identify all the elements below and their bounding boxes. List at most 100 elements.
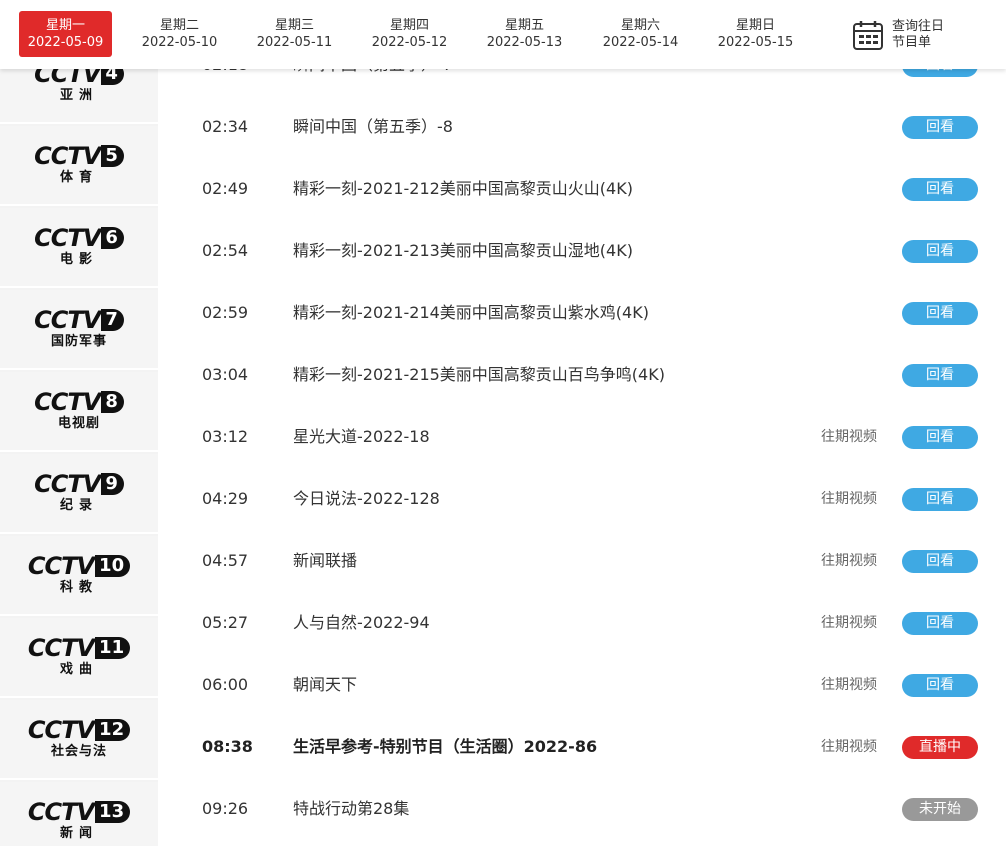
day-tab-2022-05-09[interactable]: 星期一 2022-05-09 bbox=[19, 11, 112, 57]
program-title[interactable]: 精彩一刻-2021-214美丽中国高黎贡山紫水鸡(4K) bbox=[293, 282, 649, 344]
channel-item-cctv4[interactable]: CCTV 4 亚洲 bbox=[0, 69, 158, 124]
program-title[interactable]: 瞬间中国（第五季）-8 bbox=[293, 96, 453, 158]
program-title[interactable]: 精彩一刻-2021-215美丽中国高黎贡山百鸟争鸣(4K) bbox=[293, 344, 665, 406]
channel-item-cctv10[interactable]: CCTV 10 科教 bbox=[0, 536, 158, 616]
day-tab-2022-05-15[interactable]: 星期日 2022-05-15 bbox=[709, 11, 802, 57]
day-tab-2022-05-14[interactable]: 星期六 2022-05-14 bbox=[594, 11, 687, 57]
channel-number: 9 bbox=[101, 473, 124, 495]
channel-name: 亚洲 bbox=[59, 88, 98, 103]
program-title[interactable]: 特战行动第28集 bbox=[293, 778, 409, 840]
channel-name: 戏曲 bbox=[59, 662, 98, 677]
replay-button[interactable]: 回看 bbox=[902, 364, 978, 387]
day-tab-weekday: 星期三 bbox=[274, 18, 314, 33]
day-tab-bar: 查询往日 节目单 星期一 2022-05-09 星期二 2022-05-10 星期三 20… bbox=[0, 0, 1006, 69]
channel-item-cctv13[interactable]: CCTV 13 新闻 bbox=[0, 782, 158, 846]
channel-item-cctv9[interactable]: CCTV 9 纪录 bbox=[0, 454, 158, 534]
cctv-brand-text: CCTV bbox=[34, 142, 101, 170]
day-tab-date: 2022-05-12 bbox=[371, 35, 448, 50]
program-time: 09:26 bbox=[202, 799, 249, 818]
history-label: 查询往日 节目单 bbox=[892, 19, 944, 51]
program-time: 05:27 bbox=[202, 613, 249, 632]
day-tab-date: 2022-05-09 bbox=[27, 35, 104, 50]
cctv-logo: CCTV 12 bbox=[27, 716, 131, 744]
channel-number: 8 bbox=[101, 391, 124, 413]
channel-item-cctv12[interactable]: CCTV 12 社会与法 bbox=[0, 700, 158, 780]
replay-button[interactable]: 回看 bbox=[902, 178, 978, 201]
day-tab-weekday: 星期二 bbox=[159, 18, 199, 33]
replay-button[interactable]: 回看 bbox=[902, 302, 978, 325]
replay-button[interactable]: 回看 bbox=[902, 550, 978, 573]
history-label-line1: 查询往日 bbox=[892, 19, 945, 34]
cctv-brand-text: CCTV bbox=[27, 798, 95, 826]
program-title[interactable]: 生活早参考-特别节目（生活圈）2022-86 bbox=[293, 716, 597, 778]
channel-item-cctv8[interactable]: CCTV 8 电视剧 bbox=[0, 372, 158, 452]
calendar-icon bbox=[853, 21, 883, 50]
program-time: 03:04 bbox=[202, 365, 249, 384]
channel-name: 纪录 bbox=[59, 498, 98, 513]
channel-item-cctv6[interactable]: CCTV 6 电影 bbox=[0, 208, 158, 288]
cctv-logo: CCTV 11 bbox=[28, 636, 131, 660]
past-videos-link[interactable]: 往期视频 bbox=[821, 468, 877, 530]
program-title[interactable]: 今日说法-2022-128 bbox=[293, 468, 440, 530]
program-time: 02:54 bbox=[202, 241, 249, 260]
program-row: 04:57 新闻联播 往期视频 回看 bbox=[158, 530, 1006, 592]
replay-button[interactable]: 回看 bbox=[902, 426, 978, 449]
channel-list: CCTV 4 亚洲 CCTV 5 体育 CCTV 6 电影 CCTV 7 国防军事 CCTV 8 电视剧 CC… bbox=[0, 69, 158, 846]
day-tab-weekday: 星期一 bbox=[45, 18, 85, 33]
channel-item-cctv5[interactable]: CCTV 5 体育 bbox=[0, 126, 158, 206]
channel-number: 6 bbox=[101, 227, 124, 249]
cctv-brand-text: CCTV bbox=[34, 69, 101, 88]
day-tab-weekday: 星期四 bbox=[389, 18, 429, 33]
past-videos-link[interactable]: 往期视频 bbox=[821, 406, 877, 468]
program-time: 02:59 bbox=[202, 303, 249, 322]
day-tab-2022-05-11[interactable]: 星期三 2022-05-11 bbox=[248, 11, 341, 57]
replay-button[interactable]: 回看 bbox=[902, 612, 978, 635]
channel-item-cctv7[interactable]: CCTV 7 国防军事 bbox=[0, 290, 158, 370]
program-time: 03:12 bbox=[202, 427, 249, 446]
live-now-badge[interactable]: 直播中 bbox=[902, 736, 978, 759]
cctv-brand-text: CCTV bbox=[34, 306, 101, 334]
day-tab-2022-05-10[interactable]: 星期二 2022-05-10 bbox=[133, 11, 226, 57]
cctv-brand-text: CCTV bbox=[27, 552, 95, 580]
channel-number: 10 bbox=[95, 555, 131, 577]
channel-name: 科教 bbox=[59, 580, 98, 595]
program-row: 02:59 精彩一刻-2021-214美丽中国高黎贡山紫水鸡(4K) 回看 bbox=[158, 282, 1006, 344]
program-row: 09:26 特战行动第28集 未开始 bbox=[158, 778, 1006, 840]
replay-button[interactable]: 回看 bbox=[902, 674, 978, 697]
program-title[interactable]: 精彩一刻-2021-213美丽中国高黎贡山湿地(4K) bbox=[293, 220, 633, 282]
replay-button[interactable]: 回看 bbox=[902, 116, 978, 139]
day-tab-2022-05-13[interactable]: 星期五 2022-05-13 bbox=[478, 11, 571, 57]
day-tab-weekday: 星期日 bbox=[735, 18, 775, 33]
program-time: 08:38 bbox=[202, 737, 253, 756]
program-row: 03:04 精彩一刻-2021-215美丽中国高黎贡山百鸟争鸣(4K) 回看 bbox=[158, 344, 1006, 406]
program-row: 06:00 朝闻天下 往期视频 回看 bbox=[158, 654, 1006, 716]
channel-number: 12 bbox=[95, 719, 131, 741]
program-title[interactable]: 精彩一刻-2021-212美丽中国高黎贡山火山(4K) bbox=[293, 158, 633, 220]
program-time: 02:49 bbox=[202, 179, 249, 198]
history-schedule-button[interactable]: 查询往日 节目单 bbox=[852, 16, 962, 54]
day-tab-weekday: 星期五 bbox=[504, 18, 544, 33]
channel-name: 国防军事 bbox=[50, 334, 107, 349]
program-time: 04:29 bbox=[202, 489, 249, 508]
past-videos-link[interactable]: 往期视频 bbox=[821, 716, 877, 778]
program-title[interactable]: 新闻联播 bbox=[293, 530, 357, 592]
program-time: 06:00 bbox=[202, 675, 249, 694]
day-tab-date: 2022-05-10 bbox=[141, 35, 218, 50]
past-videos-link[interactable]: 往期视频 bbox=[821, 592, 877, 654]
past-videos-link[interactable]: 往期视频 bbox=[821, 530, 877, 592]
cctv-brand-text: CCTV bbox=[27, 716, 95, 744]
program-title[interactable]: 朝闻天下 bbox=[293, 654, 357, 716]
past-videos-link[interactable]: 往期视频 bbox=[821, 654, 877, 716]
program-title[interactable]: 人与自然-2022-94 bbox=[293, 592, 430, 654]
cctv-logo: CCTV 6 bbox=[34, 226, 124, 250]
replay-button[interactable]: 回看 bbox=[902, 240, 978, 263]
day-tab-date: 2022-05-14 bbox=[602, 35, 679, 50]
channel-name: 社会与法 bbox=[50, 744, 107, 759]
replay-button[interactable]: 回看 bbox=[902, 488, 978, 511]
channel-item-cctv11[interactable]: CCTV 11 戏曲 bbox=[0, 618, 158, 698]
program-title[interactable]: 星光大道-2022-18 bbox=[293, 406, 430, 468]
channel-name: 体育 bbox=[59, 170, 98, 185]
day-tab-2022-05-12[interactable]: 星期四 2022-05-12 bbox=[363, 11, 456, 57]
channel-name: 电影 bbox=[59, 252, 98, 267]
program-row: 08:38 生活早参考-特别节目（生活圈）2022-86 往期视频 直播中 bbox=[158, 716, 1006, 778]
